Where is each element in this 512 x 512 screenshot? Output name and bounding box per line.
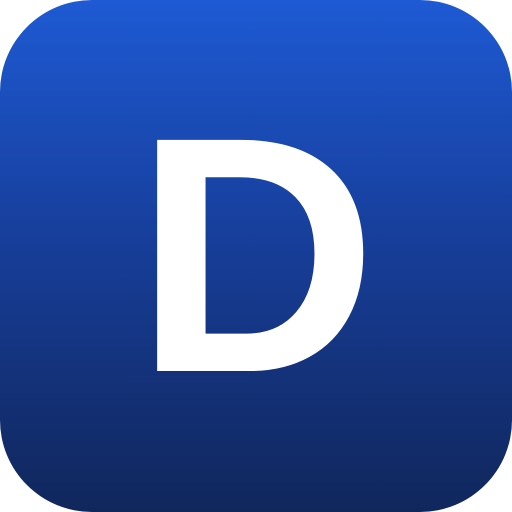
app-icon-letter: D: [134, 68, 378, 443]
app-icon[interactable]: D: [0, 0, 512, 512]
